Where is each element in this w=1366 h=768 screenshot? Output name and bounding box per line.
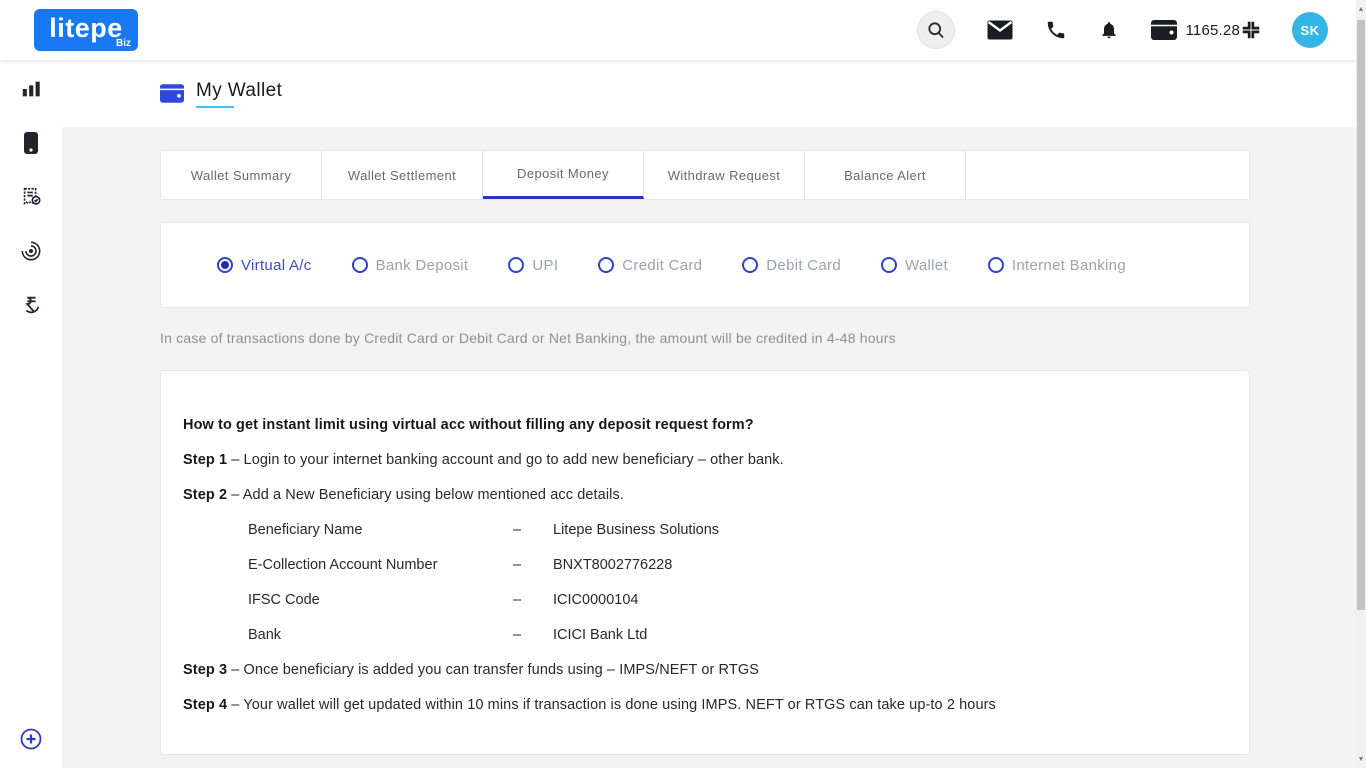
method-virtual-ac[interactable]: Virtual A/c (217, 257, 312, 274)
top-header: litepe Biz (0, 0, 1356, 60)
wallet-tabs: Wallet Summary Wallet Settlement Deposit… (160, 150, 1250, 200)
detail-label: Beneficiary Name (248, 520, 513, 541)
step-label: Step 4 (183, 697, 227, 713)
radio-icon (508, 257, 524, 273)
method-label: UPI (532, 257, 558, 274)
wallet-balance: 1165.28 (1185, 22, 1240, 39)
logo-subtext: Biz (116, 38, 131, 49)
detail-label: E-Collection Account Number (248, 555, 513, 576)
avatar-initials: SK (1300, 23, 1319, 38)
detail-separator: – (513, 590, 553, 611)
tab-wallet-summary[interactable]: Wallet Summary (161, 151, 322, 199)
detail-value: ICICI Bank Ltd (553, 625, 647, 646)
detail-label: IFSC Code (248, 590, 513, 611)
detail-value: ICIC0000104 (553, 590, 638, 611)
credit-time-notice: In case of transactions done by Credit C… (160, 330, 1356, 346)
step-label: Step 3 (183, 662, 227, 678)
spiral-icon[interactable] (18, 238, 44, 264)
deposit-method-selector: Virtual A/c Bank Deposit UPI Credit Card… (160, 222, 1250, 308)
step-text: – Your wallet will get updated within 10… (231, 697, 996, 713)
detail-value: BNXT8002776228 (553, 555, 672, 576)
method-wallet[interactable]: Wallet (881, 257, 948, 274)
tab-balance-alert[interactable]: Balance Alert (805, 151, 966, 199)
scroll-down-arrow[interactable]: ▼ (1356, 752, 1366, 766)
account-details-table: Beneficiary Name – Litepe Business Solut… (248, 520, 1225, 660)
step-text: – Once beneficiary is added you can tran… (231, 662, 759, 678)
step-text: – Login to your internet banking account… (231, 452, 784, 468)
step-label: Step 2 (183, 487, 227, 503)
phone-icon[interactable] (1045, 19, 1067, 41)
page-title-strip: My Wallet (62, 60, 1356, 127)
bell-icon[interactable] (1099, 19, 1119, 41)
litepe-logo[interactable]: litepe Biz (34, 9, 138, 51)
tab-label: Balance Alert (844, 168, 926, 183)
radio-icon (988, 257, 1004, 273)
tabbar-filler (966, 151, 1249, 199)
wallet-balance-widget[interactable]: 1165.28 (1151, 20, 1240, 40)
method-debit-card[interactable]: Debit Card (742, 257, 841, 274)
compress-icon[interactable] (1240, 19, 1262, 41)
virtual-account-instructions: How to get instant limit using virtual a… (160, 370, 1250, 755)
mail-icon[interactable] (987, 20, 1013, 40)
bill-check-icon[interactable] (18, 184, 44, 210)
rupee-icon[interactable] (18, 292, 44, 318)
step-text: – Add a New Beneficiary using below ment… (231, 487, 624, 503)
bar-chart-icon[interactable] (18, 76, 44, 102)
step-4: Step 4 – Your wallet will get updated wi… (183, 695, 1225, 716)
method-bank-deposit[interactable]: Bank Deposit (352, 257, 469, 274)
table-row: Beneficiary Name – Litepe Business Solut… (248, 520, 1225, 555)
radio-selected-icon (217, 257, 233, 273)
step-1: Step 1 – Login to your internet banking … (183, 450, 1225, 471)
page-title: My Wallet (196, 80, 282, 102)
detail-separator: – (513, 520, 553, 541)
table-row: Bank – ICICI Bank Ltd (248, 625, 1225, 660)
detail-separator: – (513, 625, 553, 646)
method-label: Wallet (905, 257, 948, 274)
method-label: Internet Banking (1012, 257, 1126, 274)
method-internet-banking[interactable]: Internet Banking (988, 257, 1126, 274)
method-label: Virtual A/c (241, 257, 312, 274)
wallet-title-icon (160, 84, 184, 103)
left-sidebar (0, 60, 62, 768)
tab-withdraw-request[interactable]: Withdraw Request (644, 151, 805, 199)
add-button[interactable] (18, 726, 44, 752)
radio-icon (742, 257, 758, 273)
wallet-icon (1151, 20, 1177, 40)
method-credit-card[interactable]: Credit Card (598, 257, 702, 274)
tab-label: Wallet Settlement (348, 168, 456, 183)
smartphone-icon[interactable] (18, 130, 44, 156)
user-avatar[interactable]: SK (1292, 12, 1328, 48)
step-2: Step 2 – Add a New Beneficiary using bel… (183, 485, 1225, 506)
tab-label: Withdraw Request (668, 168, 781, 183)
search-icon[interactable] (917, 11, 955, 49)
method-label: Debit Card (766, 257, 841, 274)
logo-text: litepe (49, 15, 123, 42)
instructions-heading: How to get instant limit using virtual a… (183, 415, 1225, 436)
table-row: IFSC Code – ICIC0000104 (248, 590, 1225, 625)
scrollbar-thumb[interactable] (1357, 20, 1365, 610)
tab-wallet-settlement[interactable]: Wallet Settlement (322, 151, 483, 199)
main-content: Wallet Summary Wallet Settlement Deposit… (62, 127, 1356, 768)
detail-separator: – (513, 555, 553, 576)
step-3: Step 3 – Once beneficiary is added you c… (183, 660, 1225, 681)
detail-value: Litepe Business Solutions (553, 520, 719, 541)
scroll-up-arrow[interactable]: ▲ (1356, 2, 1366, 16)
vertical-scrollbar[interactable]: ▲ ▼ (1356, 0, 1366, 768)
method-label: Bank Deposit (376, 257, 469, 274)
tab-deposit-money[interactable]: Deposit Money (483, 151, 644, 199)
tab-label: Deposit Money (517, 166, 609, 181)
detail-label: Bank (248, 625, 513, 646)
header-actions: 1165.28 SK (917, 11, 1328, 49)
title-underline (196, 106, 234, 108)
radio-icon (881, 257, 897, 273)
table-row: E-Collection Account Number – BNXT800277… (248, 555, 1225, 590)
method-upi[interactable]: UPI (508, 257, 558, 274)
radio-icon (352, 257, 368, 273)
radio-icon (598, 257, 614, 273)
tab-label: Wallet Summary (191, 168, 291, 183)
step-label: Step 1 (183, 452, 227, 468)
page-title-wrap: My Wallet (196, 80, 282, 108)
method-label: Credit Card (622, 257, 702, 274)
